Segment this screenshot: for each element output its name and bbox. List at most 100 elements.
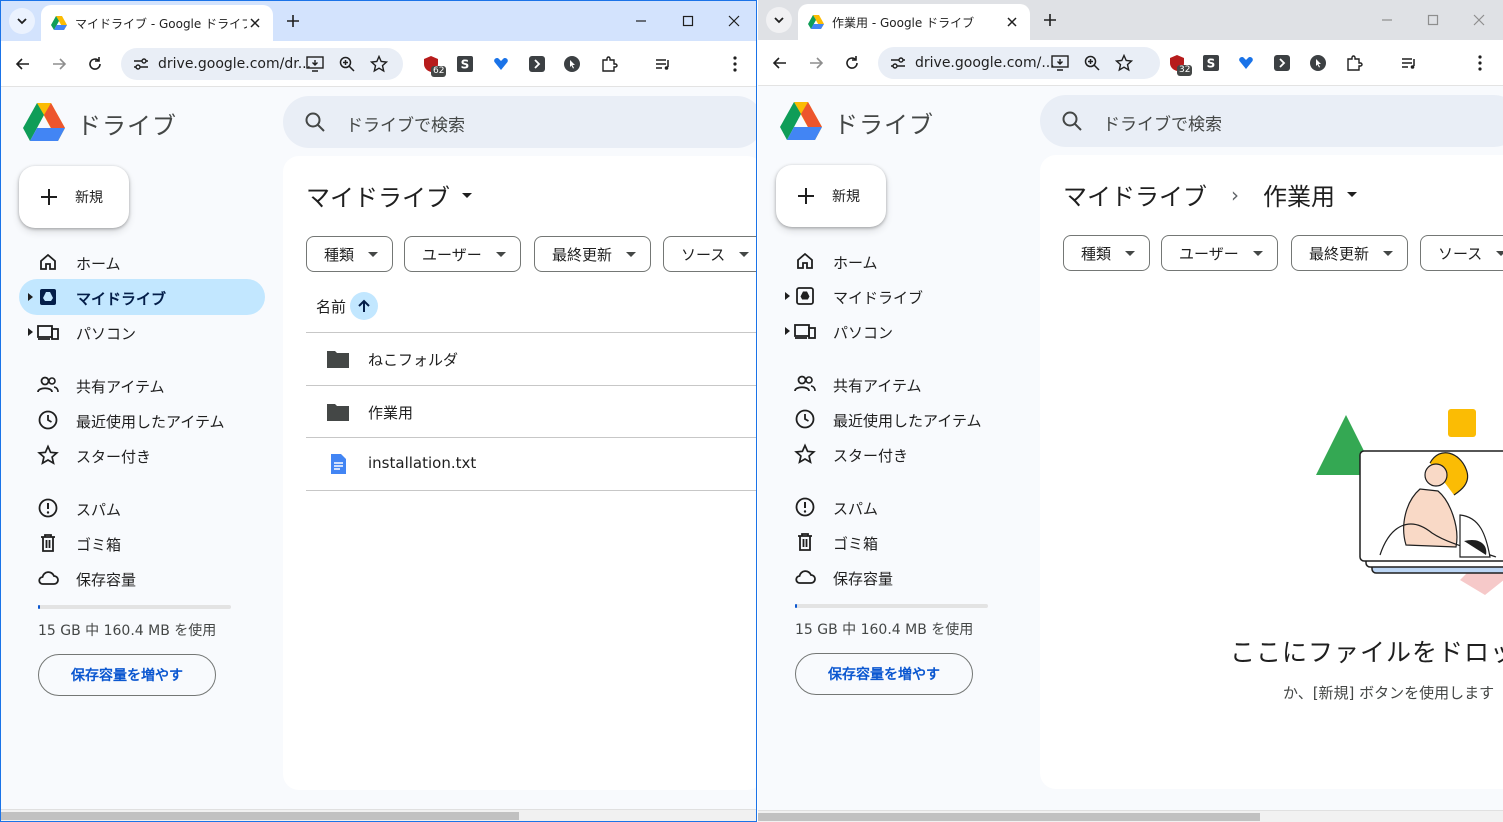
nav-item-starred[interactable]: スター付き bbox=[776, 436, 1022, 472]
nav-item-recent[interactable]: 最近使用したアイテム bbox=[19, 402, 265, 438]
star-outline-icon[interactable] bbox=[1115, 54, 1133, 72]
tab-close-button[interactable] bbox=[247, 15, 263, 31]
name-column-header[interactable]: 名前 bbox=[316, 292, 379, 320]
nav-item-starred[interactable]: スター付き bbox=[19, 437, 265, 473]
browser-menu-button[interactable] bbox=[726, 55, 744, 73]
back-button[interactable] bbox=[769, 52, 791, 74]
minimize-button[interactable] bbox=[1377, 10, 1397, 30]
filter-chip-people[interactable]: ユーザー bbox=[1161, 235, 1278, 271]
nav-item-home[interactable]: ホーム bbox=[776, 243, 1022, 279]
filter-chip-modified[interactable]: 最終更新 bbox=[534, 236, 652, 272]
extension-cursor-button[interactable] bbox=[1309, 54, 1327, 72]
expand-caret-icon[interactable] bbox=[28, 293, 33, 301]
extension-arrow-button[interactable] bbox=[1273, 54, 1291, 72]
browser-tab[interactable]: マイドライブ - Google ドライブ bbox=[41, 5, 273, 41]
nav-item-shared[interactable]: 共有アイテム bbox=[776, 366, 1022, 402]
expand-caret-icon[interactable] bbox=[785, 292, 790, 300]
reading-list-button[interactable] bbox=[1400, 54, 1418, 72]
url-text: drive.google.com/... bbox=[915, 55, 1055, 71]
browser-tab[interactable]: 作業用 - Google ドライブ bbox=[798, 4, 1030, 40]
nav-item-label: スパム bbox=[833, 500, 879, 518]
forward-button[interactable] bbox=[805, 52, 827, 74]
forward-button[interactable] bbox=[48, 53, 70, 75]
nav-item-storage[interactable]: 保存容量 bbox=[19, 560, 265, 596]
nav-item-shared[interactable]: 共有アイテム bbox=[19, 367, 265, 403]
file-row-folder-work[interactable]: 作業用 bbox=[306, 386, 756, 438]
maximize-button[interactable] bbox=[678, 11, 698, 31]
nav-item-spam[interactable]: スパム bbox=[19, 490, 265, 526]
extension-heart-button[interactable] bbox=[1237, 54, 1255, 72]
browser-menu-button[interactable] bbox=[1471, 54, 1489, 72]
page-title-text[interactable]: 作業用 bbox=[1263, 177, 1335, 212]
maximize-button[interactable] bbox=[1423, 10, 1443, 30]
extension-arrow-button[interactable] bbox=[528, 55, 546, 73]
horizontal-scrollbar[interactable] bbox=[1, 809, 756, 821]
install-app-icon[interactable] bbox=[1051, 54, 1069, 72]
file-row-installation-txt[interactable]: installation.txt bbox=[306, 438, 756, 490]
drive-search-input[interactable]: ドライブで検索 bbox=[283, 96, 756, 148]
tab-title: 作業用 - Google ドライブ bbox=[832, 15, 975, 30]
close-window-button[interactable] bbox=[1469, 10, 1489, 30]
extensions-menu-button[interactable] bbox=[600, 55, 618, 73]
nav-item-recent[interactable]: 最近使用したアイテム bbox=[776, 401, 1022, 437]
chip-label: ユーザー bbox=[422, 245, 482, 264]
drive-search-input[interactable]: ドライブで検索 bbox=[1040, 95, 1503, 147]
get-more-storage-button[interactable]: 保存容量を増やす bbox=[795, 653, 973, 695]
scrollbar-thumb[interactable] bbox=[758, 813, 1260, 821]
minimize-button[interactable] bbox=[631, 11, 651, 31]
tab-search-button[interactable] bbox=[766, 7, 792, 33]
nav-item-trash[interactable]: ゴミ箱 bbox=[19, 525, 265, 561]
new-tab-button[interactable] bbox=[283, 11, 303, 31]
back-button[interactable] bbox=[12, 53, 34, 75]
tab-close-button[interactable] bbox=[1004, 14, 1020, 30]
nav-item-computers[interactable]: パソコン bbox=[19, 314, 265, 350]
filter-chip-source[interactable]: ソース bbox=[1420, 235, 1503, 271]
filter-chip-type[interactable]: 種類 bbox=[306, 236, 394, 272]
extension-cursor-button[interactable] bbox=[563, 55, 581, 73]
address-bar[interactable]: drive.google.com/... bbox=[878, 47, 1160, 79]
get-more-storage-button[interactable]: 保存容量を増やす bbox=[38, 654, 216, 696]
scrollbar-thumb[interactable] bbox=[1, 812, 519, 820]
extension-shield-button[interactable]: 62 bbox=[422, 55, 447, 77]
nav-item-my-drive[interactable]: マイドライブ bbox=[776, 278, 1022, 314]
reload-button[interactable] bbox=[841, 52, 863, 74]
expand-caret-icon[interactable] bbox=[28, 328, 33, 336]
filter-chip-source[interactable]: ソース bbox=[663, 236, 756, 272]
extension-shield-button[interactable]: 32 bbox=[1168, 54, 1193, 76]
new-button[interactable]: 新規 bbox=[776, 165, 886, 227]
nav-item-trash[interactable]: ゴミ箱 bbox=[776, 524, 1022, 560]
address-bar[interactable]: drive.google.com/dr... bbox=[121, 48, 403, 80]
page-title[interactable]: マイドライブ bbox=[306, 178, 472, 213]
zoom-icon[interactable] bbox=[1084, 55, 1100, 71]
expand-caret-icon[interactable] bbox=[785, 327, 790, 335]
file-row-folder-neko[interactable]: ねこフォルダ bbox=[306, 333, 756, 385]
star-outline-icon[interactable] bbox=[370, 55, 388, 73]
caret-down-icon[interactable] bbox=[1347, 192, 1357, 197]
filter-chip-type[interactable]: 種類 bbox=[1063, 235, 1151, 271]
nav-item-storage[interactable]: 保存容量 bbox=[776, 559, 1022, 595]
extensions-menu-button[interactable] bbox=[1345, 54, 1363, 72]
zoom-icon[interactable] bbox=[339, 56, 355, 72]
nav-item-computers[interactable]: パソコン bbox=[776, 313, 1022, 349]
drive-logo-icon bbox=[23, 103, 65, 141]
nav-item-spam[interactable]: スパム bbox=[776, 489, 1022, 525]
extension-s-button[interactable]: S bbox=[456, 55, 474, 73]
filter-chip-modified[interactable]: 最終更新 bbox=[1291, 235, 1409, 271]
extension-s-button[interactable]: S bbox=[1202, 54, 1220, 72]
horizontal-scrollbar[interactable] bbox=[758, 810, 1503, 822]
extension-heart-button[interactable] bbox=[492, 55, 510, 73]
nav-item-home[interactable]: ホーム bbox=[19, 244, 265, 280]
tab-search-button[interactable] bbox=[9, 8, 35, 34]
new-button[interactable]: 新規 bbox=[19, 166, 129, 228]
install-app-icon[interactable] bbox=[306, 55, 324, 73]
breadcrumb-parent[interactable]: マイドライブ bbox=[1063, 177, 1207, 212]
filter-chip-people[interactable]: ユーザー bbox=[404, 236, 521, 272]
nav-item-my-drive[interactable]: マイドライブ bbox=[19, 279, 265, 315]
sort-ascending-button[interactable] bbox=[350, 292, 379, 320]
close-window-button[interactable] bbox=[724, 11, 744, 31]
reload-button[interactable] bbox=[84, 53, 106, 75]
reading-list-button[interactable] bbox=[654, 55, 672, 73]
nav-item-label: パソコン bbox=[833, 324, 894, 342]
new-tab-button[interactable] bbox=[1040, 10, 1060, 30]
svg-text:S: S bbox=[461, 58, 470, 72]
